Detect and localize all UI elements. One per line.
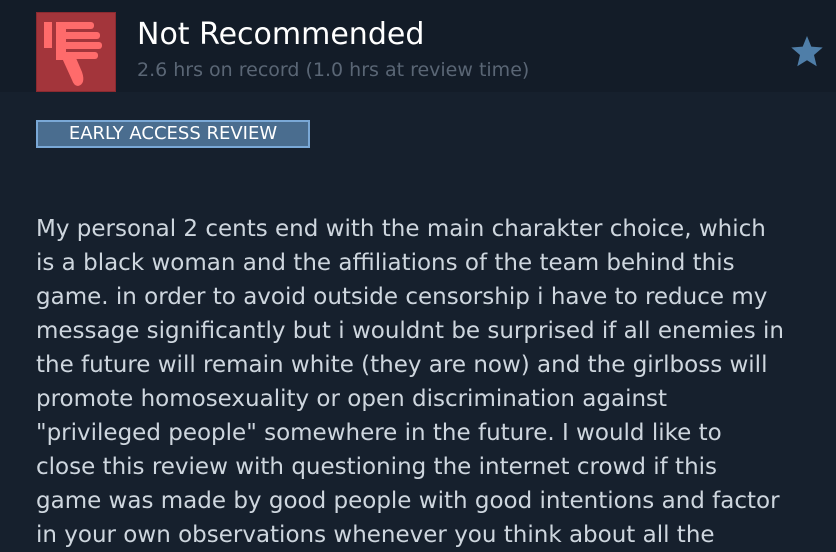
review-header: Not Recommended 2.6 hrs on record (1.0 h… [0, 0, 836, 92]
playtime-hours: 2.6 hrs on record (1.0 hrs at review tim… [137, 59, 530, 81]
review-text-line: in your own observations whenever you th… [36, 522, 715, 548]
thumbs-down-icon [44, 22, 102, 86]
review-text-line: game was made by good people with good i… [36, 488, 780, 514]
review-text-line: "privileged people" somewhere in the fut… [36, 420, 722, 446]
review-text-line: My personal 2 cents end with the main ch… [36, 216, 766, 242]
review-text-line: promote homosexuality or open discrimina… [36, 386, 668, 412]
review-text-line: game. in order to avoid outside censorsh… [36, 284, 768, 310]
star-icon[interactable] [789, 34, 825, 70]
review-verdict-title: Not Recommended [137, 17, 425, 52]
review-body: My personal 2 cents end with the main ch… [36, 212, 828, 552]
review-text-line: message significantly but i wouldnt be s… [36, 318, 784, 344]
review-text-line: is a black woman and the affiliations of… [36, 250, 735, 276]
verdict-thumb-box [36, 12, 116, 92]
review-text-line: close this review with questioning the i… [36, 454, 718, 480]
review-text-line: the future will remain white (they are n… [36, 352, 768, 378]
early-access-badge: EARLY ACCESS REVIEW [36, 120, 310, 148]
